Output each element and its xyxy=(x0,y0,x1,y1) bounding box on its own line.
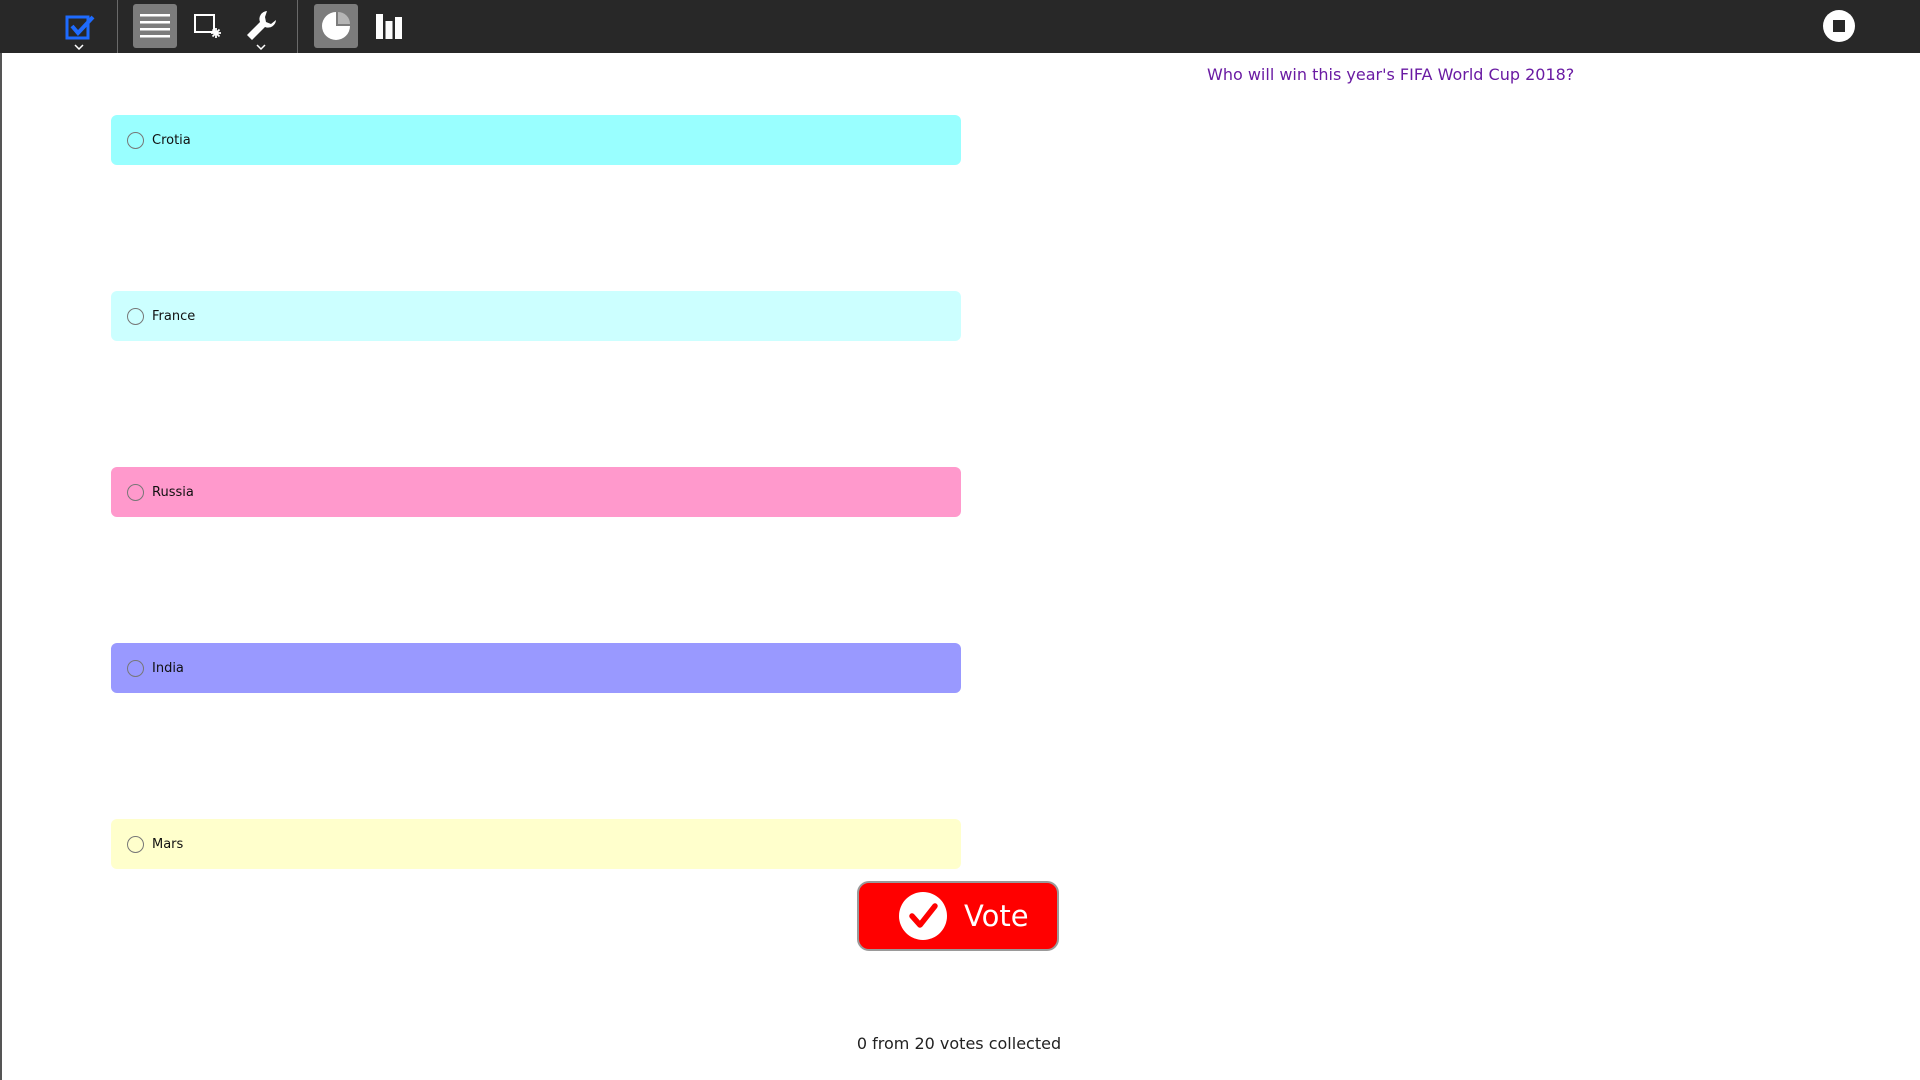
activity-toolbar xyxy=(0,0,1920,53)
radio-button[interactable] xyxy=(127,307,144,325)
chevron-down-icon xyxy=(256,44,266,50)
chevron-down-icon xyxy=(74,44,84,50)
list-button[interactable] xyxy=(133,4,177,48)
option-label: Crotia xyxy=(152,132,191,148)
option-india[interactable]: India xyxy=(111,643,961,693)
option-label: Mars xyxy=(152,836,184,852)
list-icon xyxy=(140,14,170,38)
poll-activity-button[interactable] xyxy=(57,4,101,50)
option-russia[interactable]: Russia xyxy=(111,467,961,517)
bar-chart-button[interactable] xyxy=(367,4,411,48)
vote-button-label: Vote xyxy=(964,899,1029,933)
poll-check-icon xyxy=(65,15,95,40)
new-poll-icon xyxy=(194,14,221,38)
stop-icon xyxy=(1823,10,1855,42)
checkmark-icon xyxy=(899,892,947,940)
option-label: Russia xyxy=(152,484,194,500)
radio-button[interactable] xyxy=(127,483,144,501)
votes-status: 0 from 20 votes collected xyxy=(856,1034,1062,1053)
radio-button[interactable] xyxy=(127,659,144,677)
wrench-icon xyxy=(247,11,276,40)
new-poll-button[interactable] xyxy=(186,4,230,48)
bar-chart-icon xyxy=(376,14,402,39)
option-label: France xyxy=(152,308,196,324)
stop-button[interactable] xyxy=(1817,4,1861,48)
pie-chart-icon xyxy=(322,12,350,40)
tools-button[interactable] xyxy=(239,4,283,50)
option-mars[interactable]: Mars xyxy=(111,819,961,869)
pie-chart-button[interactable] xyxy=(314,4,358,48)
option-france[interactable]: France xyxy=(111,291,961,341)
option-label: India xyxy=(152,660,184,676)
radio-button[interactable] xyxy=(127,835,144,853)
toolbar-divider xyxy=(117,0,118,53)
option-crotia[interactable]: Crotia xyxy=(111,115,961,165)
poll-question: Who will win this year's FIFA World Cup … xyxy=(1207,65,1575,84)
vote-button[interactable]: Vote xyxy=(857,881,1059,951)
radio-button[interactable] xyxy=(127,131,144,149)
toolbar-divider xyxy=(297,0,298,53)
